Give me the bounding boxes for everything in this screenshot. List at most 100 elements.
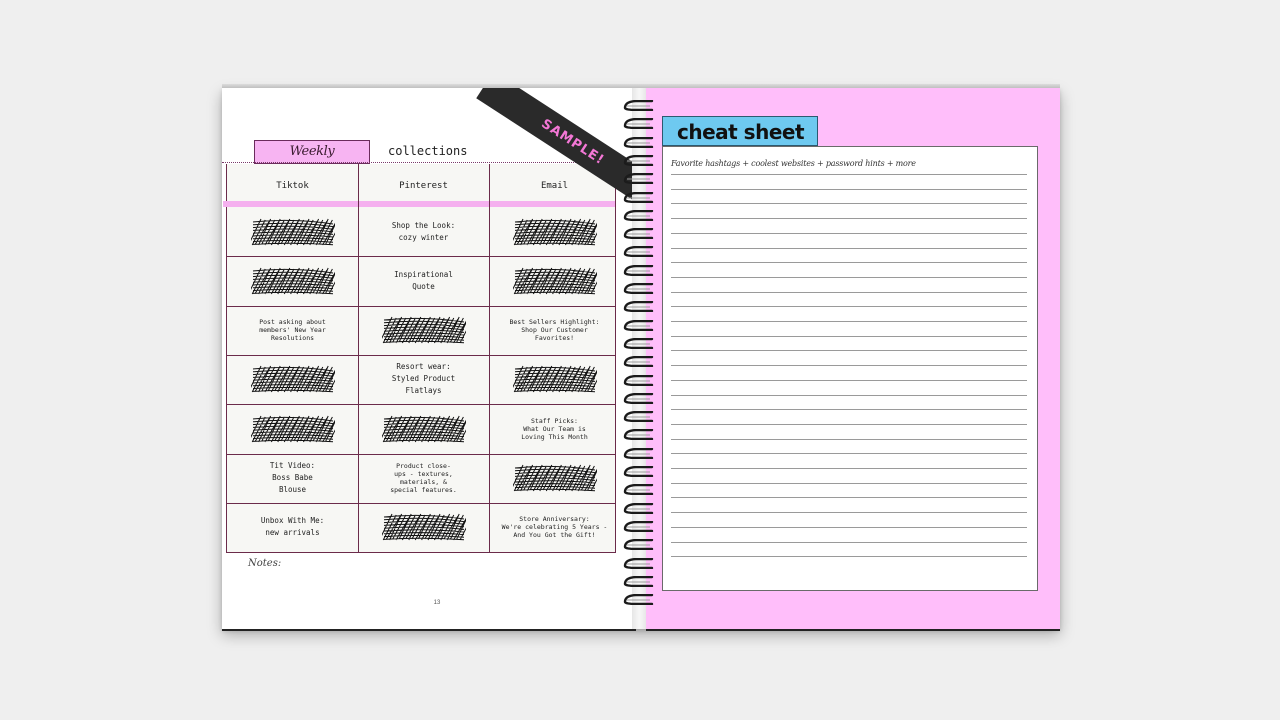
spiral-ring — [623, 319, 654, 331]
ruled-line — [671, 512, 1027, 514]
weekly-theme-label: Weekly Theme/Focus: — [254, 140, 370, 181]
ruled-line — [671, 218, 1027, 220]
ruled-line — [671, 468, 1027, 469]
spiral-ring — [623, 283, 654, 294]
ruled-line — [671, 350, 1027, 352]
scribble-cell — [489, 355, 620, 404]
scribble-cell — [358, 404, 489, 453]
scribble-icon — [381, 415, 466, 442]
ruled-line — [671, 291, 1027, 293]
planner-spread: Weekly Theme/Focus: collections Tiktok Pi… — [222, 84, 1060, 631]
ruled-line — [671, 174, 1027, 175]
scribble-cell — [489, 256, 620, 305]
spiral-ring — [623, 209, 654, 221]
ruled-line — [671, 409, 1027, 411]
ruled-line — [671, 394, 1027, 396]
spiral-ring — [623, 173, 654, 185]
ruled-line — [671, 526, 1027, 528]
grid-cell: Unbox With Me: new arrivals — [260, 516, 325, 538]
ruled-line — [671, 365, 1027, 367]
spiral-ring — [623, 374, 654, 386]
ruled-line — [671, 541, 1027, 543]
ruled-line — [671, 188, 1027, 190]
grid-cell: Staff Picks: What Our Team is Loving Thi… — [521, 416, 588, 441]
grid-cell: Best Sellers Highlight: Shop Our Custome… — [509, 318, 600, 343]
ruled-line — [671, 453, 1027, 455]
scribble-cell — [358, 306, 489, 355]
scribble-icon — [381, 316, 466, 344]
scribble-cell — [227, 355, 358, 404]
left-page: Weekly Theme/Focus: collections Tiktok Pi… — [222, 88, 636, 631]
grid-cell: Inspirational Quote — [394, 269, 453, 291]
scribble-icon — [381, 514, 466, 541]
ruled-line — [671, 482, 1027, 484]
spiral-ring — [623, 557, 654, 569]
scribble-icon — [250, 415, 335, 442]
spiral-ring — [623, 429, 654, 441]
spiral-ring — [623, 337, 654, 349]
ruled-line — [671, 203, 1027, 205]
spiral-ring — [623, 466, 654, 477]
spiral-ring — [623, 356, 654, 368]
ruled-line — [671, 321, 1027, 322]
notes-label: Notes: — [248, 558, 282, 569]
scribble-cell — [227, 207, 358, 256]
spiral-ring — [623, 246, 654, 258]
grid-cell: Post asking about members' New Year Reso… — [259, 318, 326, 343]
grid-cell: Shop the Look: cozy winter — [391, 220, 456, 242]
spiral-binding — [622, 100, 656, 620]
spiral-ring — [623, 100, 654, 111]
grid-cell: Resort wear: Styled Product Flatlays — [391, 362, 456, 396]
right-page: cheat sheet Favorite hashtags + coolest … — [646, 88, 1060, 631]
cheat-sheet-subtitle: Favorite hashtags + coolest websites + p… — [671, 159, 916, 168]
scribble-cell — [358, 503, 489, 552]
scribble-cell — [227, 256, 358, 305]
cheat-sheet-box: Favorite hashtags + coolest websites + p… — [662, 146, 1038, 591]
ruled-line — [671, 276, 1027, 278]
ruled-line — [671, 497, 1027, 499]
spiral-ring — [623, 520, 654, 532]
spiral-ring — [623, 484, 654, 496]
column-header-pinterest: Pinterest — [399, 181, 448, 191]
weekly-theme-value: collections — [388, 144, 468, 158]
grid-cell: Tit Video: Boss Babe Blouse — [269, 461, 316, 494]
scribble-icon — [512, 267, 597, 295]
scribble-icon — [512, 464, 597, 492]
spiral-ring — [623, 575, 654, 587]
spiral-ring — [623, 191, 654, 203]
spiral-ring — [623, 447, 654, 459]
spiral-ring — [623, 118, 654, 130]
scribble-cell — [489, 207, 620, 256]
grid-cell: Product close- ups - textures, materials… — [390, 462, 457, 494]
ruled-line — [671, 423, 1027, 425]
spiral-ring — [623, 301, 654, 313]
column-header-tiktok: Tiktok — [276, 181, 309, 191]
spiral-ring — [623, 392, 654, 404]
scribble-cell — [227, 404, 358, 453]
scribble-icon — [512, 366, 597, 393]
cheat-sheet-title: cheat sheet — [662, 116, 818, 146]
scribble-icon — [250, 267, 335, 295]
scribble-icon — [250, 366, 335, 393]
content-grid: Tiktok Pinterest Email Shop the Look: cozy … — [223, 164, 616, 553]
ruled-line — [671, 438, 1027, 440]
divider — [222, 162, 614, 163]
grid-cell: Store Anniversary: We're celebrating 5 Y… — [501, 515, 608, 540]
scribble-cell — [489, 454, 620, 503]
spiral-ring — [623, 136, 654, 148]
spiral-ring — [623, 154, 654, 166]
sample-banner-text: SAMPLE! — [538, 116, 608, 168]
spiral-ring — [623, 594, 654, 606]
ruled-line — [671, 335, 1027, 337]
ruled-line — [671, 247, 1027, 249]
spiral-ring — [623, 228, 654, 240]
spiral-ring — [623, 411, 654, 423]
ruled-line — [671, 262, 1027, 264]
spiral-ring — [623, 502, 654, 514]
spiral-ring — [623, 264, 654, 276]
ruled-line — [671, 306, 1027, 308]
scribble-icon — [250, 218, 335, 245]
page-number: 13 — [433, 600, 441, 606]
ruled-line — [671, 379, 1027, 381]
scribble-icon — [512, 218, 597, 245]
